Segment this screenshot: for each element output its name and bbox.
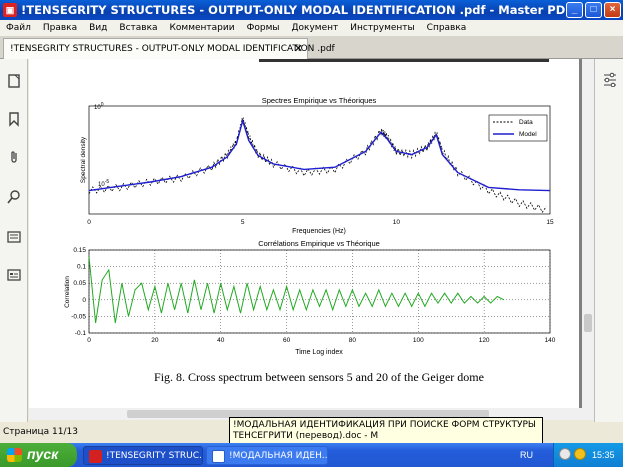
pdf-page: Spectres Empirique vs Théoriques 100 10 -… (29, 59, 579, 408)
right-sidebar (594, 59, 623, 422)
menu-bar: Файл Правка Вид Вставка Комментарии Форм… (0, 20, 623, 36)
chart2-xtick-label: 80 (349, 337, 357, 344)
chart1-xtick-label: 10 (393, 219, 401, 226)
close-button[interactable]: × (604, 2, 621, 18)
menu-tools[interactable]: Инструменты (344, 23, 420, 33)
network-icon[interactable] (559, 448, 571, 460)
menu-forms[interactable]: Формы (241, 23, 286, 33)
chart2-ytick-label: 0.1 (77, 264, 86, 271)
chart1-frame (88, 105, 551, 215)
window-title: !TENSEGRITY STRUCTURES - OUTPUT-ONLY MOD… (21, 3, 566, 17)
figure-svg: Spectres Empirique vs Théoriques 100 10 -… (64, 59, 556, 384)
tab-bar: !TENSEGRITY STRUCTURES - OUTPUT-ONLY MOD… (0, 36, 623, 59)
title-bar: ▣ !TENSEGRITY STRUCTURES - OUTPUT-ONLY M… (0, 0, 623, 20)
chart1-xlabel: Frequencies (Hz) (292, 228, 346, 235)
chart1-xtick-label: 5 (241, 219, 245, 226)
chart1-legend: Data Model (488, 114, 548, 142)
taskbar-item-label: !МОДАЛЬНАЯ ИДЕН... (229, 451, 328, 461)
chart1-xtick-label: 15 (546, 219, 554, 226)
chart2-xtick-label: 60 (283, 337, 291, 344)
chart1-ylabel: Spectral density (80, 136, 87, 183)
taskbar-item-label: !TENSEGRITY STRUC... (106, 451, 203, 461)
correlation-chart: Corrélations Empirique vs Théorique -0.1… (64, 239, 556, 356)
menu-insert[interactable]: Вставка (113, 23, 163, 33)
chart2-title: Corrélations Empirique vs Théorique (258, 239, 380, 248)
search-icon[interactable] (6, 189, 22, 205)
menu-document[interactable]: Документ (285, 23, 344, 33)
chart2-xtick-label: 0 (87, 337, 91, 344)
chart2-xlabel: Time Log index (295, 349, 343, 356)
attachments-icon[interactable] (6, 149, 22, 165)
chart2-xtick-label: 120 (479, 337, 490, 344)
vertical-scrollbar[interactable] (582, 59, 594, 408)
maximize-button[interactable]: □ (585, 2, 602, 18)
chart2-ytick-label: -0.05 (71, 313, 86, 320)
forms-icon[interactable] (6, 267, 22, 283)
chart2-xtick-label: 40 (217, 337, 225, 344)
chart1-title: Spectres Empirique vs Théoriques (262, 96, 377, 105)
chart2-ytick-label: -0.1 (75, 330, 87, 337)
chart2-xtick-label: 20 (151, 337, 159, 344)
chart2-ytick-label: 0.05 (73, 280, 86, 287)
legend-model: Model (519, 131, 537, 138)
system-tray: 15:35 (553, 443, 623, 467)
spectral-chart: Spectres Empirique vs Théoriques 100 10-… (80, 96, 554, 235)
menu-edit[interactable]: Правка (37, 23, 83, 33)
bookmarks-icon[interactable] (6, 111, 22, 127)
cut-text-line (259, 59, 549, 62)
taskbar: пуск !TENSEGRITY STRUC... !МОДАЛЬНАЯ ИДЕ… (0, 443, 623, 467)
chart2-xticks: 0 20 40 60 80 100 120 140 (87, 337, 556, 344)
chart1-series-model (88, 118, 551, 192)
menu-view[interactable]: Вид (83, 23, 113, 33)
menu-help[interactable]: Справка (421, 23, 473, 33)
chart1-ytick-1: 100 (94, 102, 104, 111)
word-doc-icon (212, 450, 225, 463)
document-area[interactable]: Spectres Empirique vs Théoriques 100 10 -… (29, 59, 582, 408)
vertical-scroll-thumb[interactable] (584, 314, 592, 332)
chart2-ytick-label: 0.15 (73, 247, 86, 254)
chart1-xtick-label: 0 (87, 219, 91, 226)
chart1-xticks: 0 5 10 15 (87, 219, 554, 226)
chart2-xtick-label: 140 (545, 337, 556, 344)
security-icon[interactable] (574, 448, 586, 460)
chart2-xtick-label: 100 (413, 337, 424, 344)
page-thumbnails-icon[interactable] (6, 73, 22, 89)
language-indicator[interactable]: RU (520, 450, 533, 460)
taskbar-item-doc[interactable]: !МОДАЛЬНАЯ ИДЕН... (206, 446, 328, 465)
figure-caption: Fig. 8. Cross spectrum between sensors 5… (154, 370, 484, 384)
legend-data: Data (519, 119, 533, 126)
taskbar-tooltip: !МОДАЛЬНАЯ ИДЕНТИФИКАЦИЯ ПРИ ПОИСКЕ ФОРМ… (229, 417, 543, 445)
properties-icon[interactable] (602, 71, 618, 88)
chart2-grid (88, 249, 551, 334)
layers-icon[interactable] (6, 229, 22, 245)
start-label: пуск (27, 446, 59, 462)
minimize-button[interactable]: _ (566, 2, 583, 18)
left-sidebar (0, 59, 28, 422)
chart2-ylabel: Correlation (64, 276, 71, 308)
chart2-yticks: -0.1 -0.05 0 0.05 0.1 0.15 (71, 247, 86, 337)
windows-logo-icon (7, 448, 22, 462)
start-button[interactable]: пуск (0, 443, 77, 467)
tab-label: !TENSEGRITY STRUCTURES - OUTPUT-ONLY MOD… (10, 44, 335, 54)
chart2-frame (88, 249, 551, 334)
page-indicator: Страница 11/13 (3, 427, 78, 437)
pdf-app-icon (89, 450, 102, 463)
taskbar-item-pdf[interactable]: !TENSEGRITY STRUC... (83, 446, 203, 465)
clock[interactable]: 15:35 (592, 450, 615, 460)
chart1-series-data (88, 117, 547, 213)
close-tab-icon[interactable]: ✕ (294, 42, 303, 55)
menu-comments[interactable]: Комментарии (164, 23, 241, 33)
menu-file[interactable]: Файл (0, 23, 37, 33)
tab-document[interactable]: !TENSEGRITY STRUCTURES - OUTPUT-ONLY MOD… (3, 38, 335, 59)
chart2-ytick-label: 0 (82, 297, 86, 304)
app-icon: ▣ (3, 3, 17, 17)
